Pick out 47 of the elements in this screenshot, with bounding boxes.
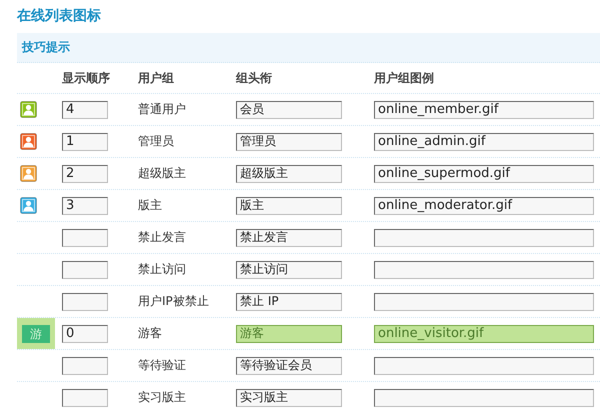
title-field[interactable]: 禁止 IP xyxy=(236,292,342,310)
guest-badge: 游 xyxy=(22,324,50,342)
title-field[interactable]: 超级版主 xyxy=(236,164,342,182)
column-header: 显示顺序 xyxy=(62,70,110,86)
title-field[interactable]: 游客 xyxy=(236,324,342,342)
column-header: 用户组 xyxy=(138,70,174,86)
title-field[interactable]: 禁止访问 xyxy=(236,260,342,278)
title-field[interactable]: 禁止发言 xyxy=(236,228,342,246)
order-field[interactable]: 1 xyxy=(62,132,108,150)
group-name: 版主 xyxy=(138,197,162,214)
order-field[interactable]: 0 xyxy=(62,324,108,342)
image-field[interactable] xyxy=(374,228,594,246)
order-field[interactable] xyxy=(62,228,108,246)
group-name: 管理员 xyxy=(138,133,174,150)
order-field[interactable]: 2 xyxy=(62,164,108,182)
order-field[interactable] xyxy=(62,292,108,310)
column-header: 组头衔 xyxy=(236,70,272,86)
order-field[interactable] xyxy=(62,356,108,374)
title-field[interactable]: 实习版主 xyxy=(236,388,342,406)
image-field[interactable] xyxy=(374,356,594,374)
order-field[interactable]: 4 xyxy=(62,100,108,118)
tip-heading: 技巧提示 xyxy=(22,39,70,56)
title-field[interactable]: 会员 xyxy=(236,100,342,118)
image-field[interactable]: online_admin.gif xyxy=(374,132,594,150)
group-name: 禁止发言 xyxy=(138,229,186,246)
group-name: 普通用户 xyxy=(138,101,186,118)
group-name: 禁止访问 xyxy=(138,261,186,278)
group-name: 游客 xyxy=(138,325,162,342)
order-field[interactable]: 3 xyxy=(62,196,108,214)
image-field[interactable] xyxy=(374,388,594,406)
order-field[interactable] xyxy=(62,260,108,278)
image-field[interactable]: online_member.gif xyxy=(374,100,594,118)
image-field[interactable]: online_supermod.gif xyxy=(374,164,594,182)
group-name: 等待验证 xyxy=(138,357,186,374)
image-field[interactable]: online_visitor.gif xyxy=(374,324,594,342)
image-field[interactable] xyxy=(374,292,594,310)
group-name: 用户IP被禁止 xyxy=(138,293,209,310)
group-name: 超级版主 xyxy=(138,165,186,182)
order-field[interactable] xyxy=(62,388,108,406)
title-field[interactable]: 版主 xyxy=(236,196,342,214)
page-title: 在线列表图标 xyxy=(17,7,101,26)
column-header: 用户组图例 xyxy=(374,70,434,86)
title-field[interactable]: 管理员 xyxy=(236,132,342,150)
image-field[interactable] xyxy=(374,260,594,278)
title-field[interactable]: 等待验证会员 xyxy=(236,356,342,374)
image-field[interactable]: online_moderator.gif xyxy=(374,196,594,214)
group-name: 实习版主 xyxy=(138,389,186,406)
